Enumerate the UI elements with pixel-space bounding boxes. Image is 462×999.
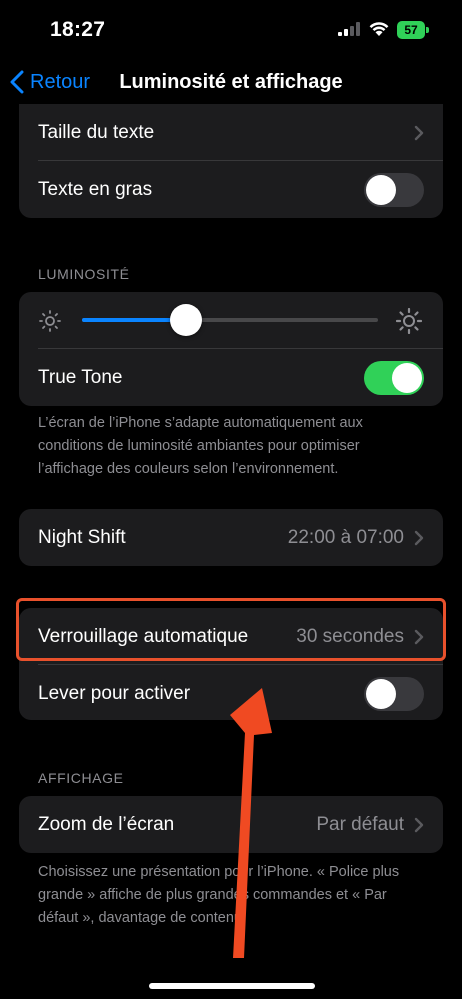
annotation-arrow-icon — [230, 688, 272, 958]
home-indicator[interactable] — [149, 983, 315, 989]
